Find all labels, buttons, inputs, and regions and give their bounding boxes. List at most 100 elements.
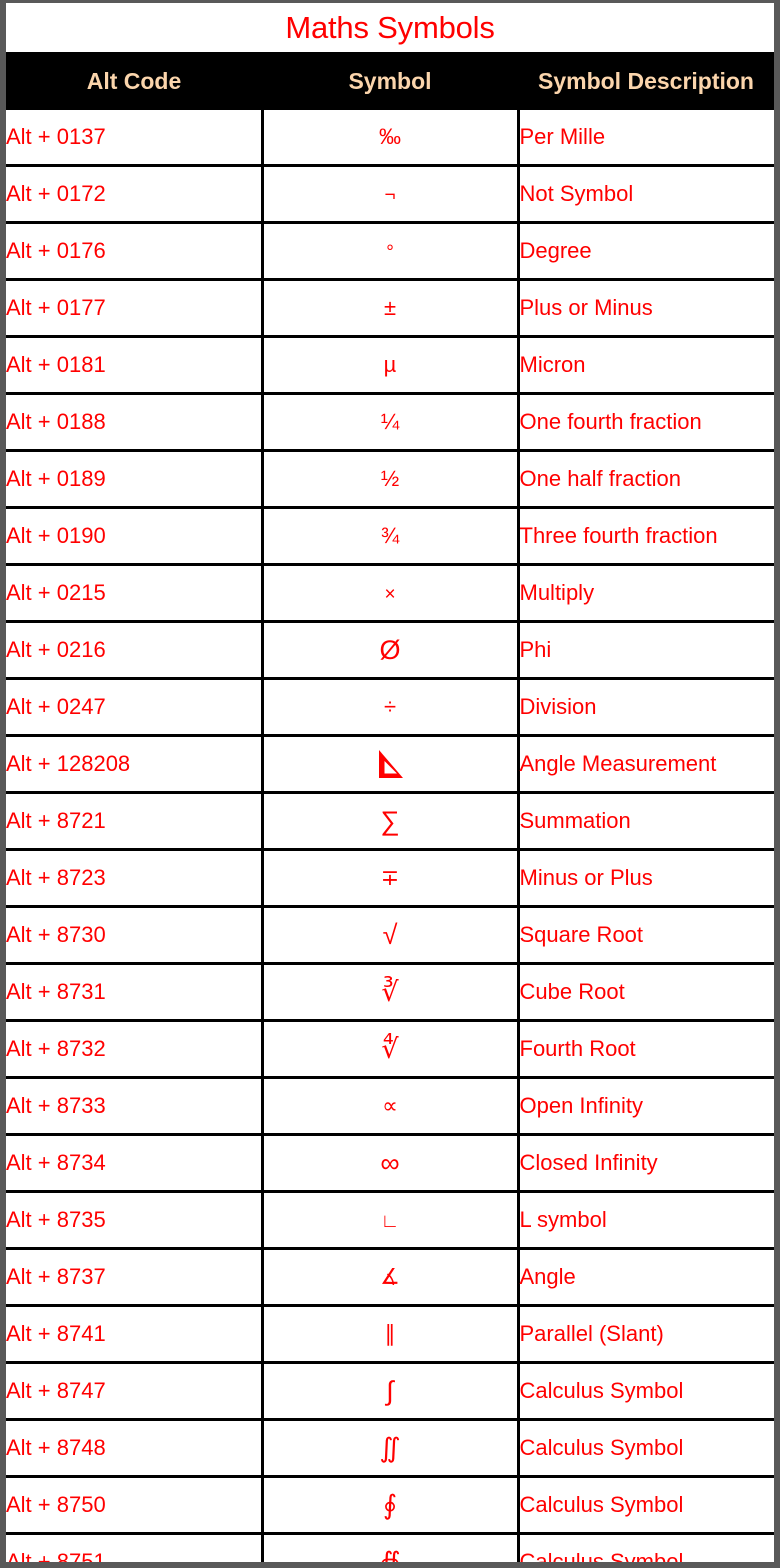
cell-symbol: ∡ (262, 1248, 520, 1307)
title-row: Maths Symbols (6, 3, 774, 52)
cell-description: Cube Root (518, 963, 774, 1022)
cell-symbol: ¾ (262, 507, 520, 566)
cell-alt-code: Alt + 8750 (6, 1476, 264, 1535)
symbol-glyph: ° (386, 242, 394, 263)
symbol-glyph: ∟ (380, 1211, 400, 1232)
symbol-glyph: ∫ (386, 1375, 394, 1406)
cell-symbol: ¼ (262, 393, 520, 452)
table-row: Alt + 8748 ∬ Calculus Symbol (6, 1419, 774, 1478)
cell-symbol: ∜ (262, 1020, 520, 1079)
cell-description: Angle (518, 1248, 774, 1307)
cell-symbol: ∫ (262, 1362, 520, 1421)
cell-symbol: ∑ (262, 792, 520, 851)
table-row: Alt + 8734 ∞ Closed Infinity (6, 1134, 774, 1193)
table-row: Alt + 8750 ∮ Calculus Symbol (6, 1476, 774, 1535)
table-row: Alt + 8721 ∑ Summation (6, 792, 774, 851)
cell-symbol: ‰ (262, 110, 520, 167)
cell-description: Plus or Minus (518, 279, 774, 338)
symbol-glyph: ∜ (381, 1033, 399, 1064)
table-row: Alt + 0216 Ø Phi (6, 621, 774, 680)
cell-alt-code: Alt + 0177 (6, 279, 264, 338)
cell-alt-code: Alt + 8735 (6, 1191, 264, 1250)
cell-alt-code: Alt + 0215 (6, 564, 264, 623)
symbol-glyph: ∛ (381, 976, 399, 1007)
cell-description: Summation (518, 792, 774, 851)
symbol-glyph: µ (383, 352, 397, 377)
table-row: Alt + 8741 ∥ Parallel (Slant) (6, 1305, 774, 1364)
cell-alt-code: Alt + 8737 (6, 1248, 264, 1307)
cell-description: Fourth Root (518, 1020, 774, 1079)
cell-description: L symbol (518, 1191, 774, 1250)
cell-description: Per Mille (518, 110, 774, 167)
table-row: Alt + 0172 ¬ Not Symbol (6, 165, 774, 224)
cell-symbol: ∞ (262, 1134, 520, 1193)
cell-symbol: ÷ (262, 678, 520, 737)
cell-symbol: ∬ (262, 1419, 520, 1478)
cell-symbol: ∓ (262, 849, 520, 908)
cell-description: One half fraction (518, 450, 774, 509)
symbol-glyph: ¾ (380, 523, 400, 548)
symbol-glyph: ∥ (384, 1321, 396, 1346)
cell-description: Not Symbol (518, 165, 774, 224)
cell-alt-code: Alt + 8731 (6, 963, 264, 1022)
cell-symbol: × (262, 564, 520, 623)
cell-description: Angle Measurement (518, 735, 774, 794)
symbol-glyph: ∞ (380, 1147, 400, 1178)
table-row: Alt + 8723 ∓ Minus or Plus (6, 849, 774, 908)
cell-description: Calculus Symbol (518, 1362, 774, 1421)
symbol-glyph: ∡ (380, 1264, 400, 1289)
table-row: Alt + 0215 × Multiply (6, 564, 774, 623)
symbol-glyph: ÷ (383, 694, 397, 719)
symbol-glyph: √ (382, 919, 398, 950)
cell-description: One fourth fraction (518, 393, 774, 452)
symbol-glyph: ‰ (379, 124, 401, 149)
cell-alt-code: Alt + 8734 (6, 1134, 264, 1193)
cell-symbol: ∥ (262, 1305, 520, 1364)
cell-description: Calculus Symbol (518, 1533, 774, 1562)
cell-description: Degree (518, 222, 774, 281)
symbol-glyph: ± (383, 295, 397, 320)
cell-alt-code: Alt + 8732 (6, 1020, 264, 1079)
cell-description: Phi (518, 621, 774, 680)
symbol-glyph: ∝ (382, 1093, 398, 1118)
cell-description: Parallel (Slant) (518, 1305, 774, 1364)
cell-alt-code: Alt + 0172 (6, 165, 264, 224)
symbol-glyph: ¼ (380, 409, 400, 434)
cell-description: Open Infinity (518, 1077, 774, 1136)
cell-alt-code: Alt + 8751 (6, 1533, 264, 1562)
cell-alt-code: Alt + 0190 (6, 507, 264, 566)
cell-alt-code: Alt + 8721 (6, 792, 264, 851)
column-header-description: Symbol Description (518, 52, 774, 110)
cell-alt-code: Alt + 8733 (6, 1077, 264, 1136)
symbol-glyph: ½ (380, 466, 400, 491)
table-row: Alt + 0189 ½ One half fraction (6, 450, 774, 509)
symbol-glyph: ¬ (384, 185, 396, 206)
cell-description: Division (518, 678, 774, 737)
cell-symbol: ½ (262, 450, 520, 509)
cell-alt-code: Alt + 0188 (6, 393, 264, 452)
cell-alt-code: Alt + 0181 (6, 336, 264, 395)
triangular-ruler-icon (262, 735, 520, 794)
cell-description: Three fourth fraction (518, 507, 774, 566)
table-row: Alt + 0176 ° Degree (6, 222, 774, 281)
table-row: Alt + 0137 ‰ Per Mille (6, 110, 774, 167)
cell-symbol: Ø (262, 621, 520, 680)
cell-alt-code: Alt + 128208 (6, 735, 264, 794)
page-frame: Maths Symbols Alt Code Symbol Symbol Des… (0, 0, 780, 1568)
cell-alt-code: Alt + 8723 (6, 849, 264, 908)
cell-symbol: ∝ (262, 1077, 520, 1136)
column-header-alt-code: Alt Code (6, 52, 262, 110)
cell-symbol: ∮ (262, 1476, 520, 1535)
table-row: Alt + 0188 ¼ One fourth fraction (6, 393, 774, 452)
table-row: Alt + 8751 ∯ Calculus Symbol (6, 1533, 774, 1562)
table-row: Alt + 8735 ∟ L symbol (6, 1191, 774, 1250)
symbol-glyph: Ø (379, 634, 401, 665)
cell-symbol: ± (262, 279, 520, 338)
symbol-glyph: ∓ (380, 865, 400, 890)
cell-alt-code: Alt + 0247 (6, 678, 264, 737)
cell-alt-code: Alt + 8747 (6, 1362, 264, 1421)
symbol-glyph: × (384, 584, 396, 605)
cell-symbol: √ (262, 906, 520, 965)
symbol-glyph: ∑ (380, 805, 400, 836)
maths-symbols-table: Maths Symbols Alt Code Symbol Symbol Des… (6, 3, 774, 1562)
